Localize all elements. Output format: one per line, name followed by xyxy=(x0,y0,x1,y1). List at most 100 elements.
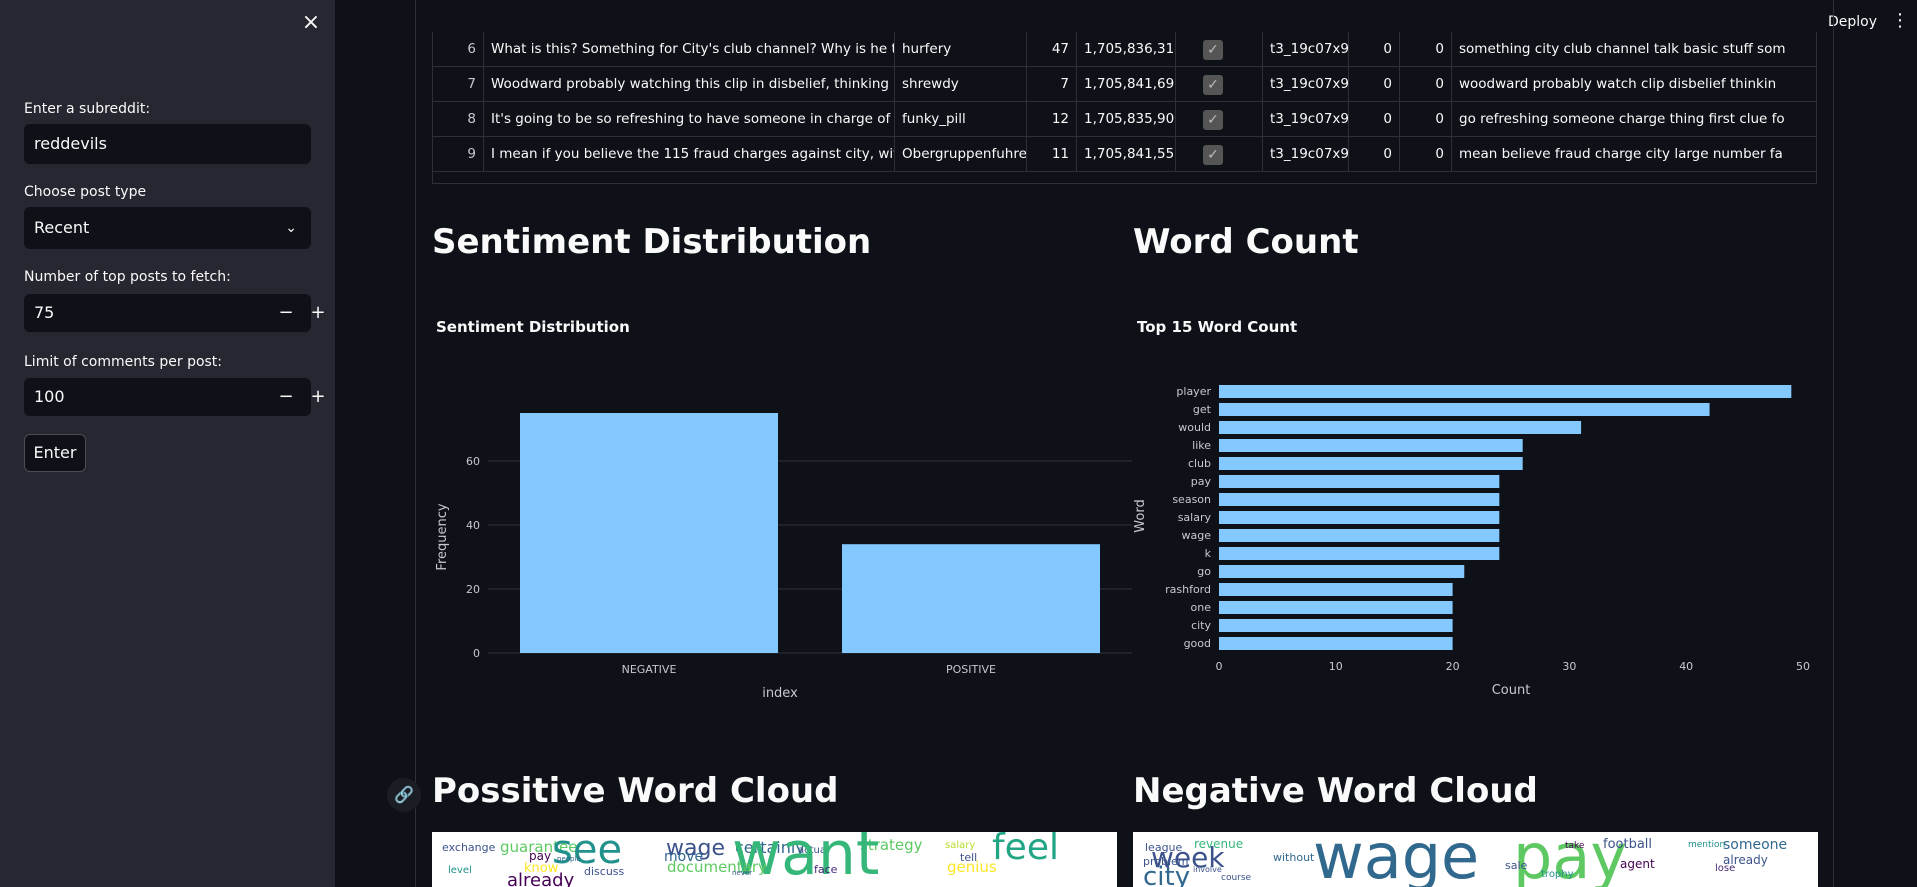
bar[interactable] xyxy=(1219,421,1582,434)
container-border-left xyxy=(415,0,416,887)
sentiment-bar-chart[interactable]: 0 20 40 60 NEGATIVE POSITIVE index Frequency xyxy=(432,340,1132,710)
cleaned-text-cell[interactable]: something city club channel talk basic s… xyxy=(1452,32,1816,67)
y-tick-label: city xyxy=(1191,619,1211,632)
cleaned-text-cell[interactable]: go refreshing someone charge thing first… xyxy=(1452,102,1816,137)
flag-cell[interactable]: ✓ xyxy=(1176,137,1263,172)
row-index[interactable]: 6 xyxy=(433,32,484,67)
y-tick-label: would xyxy=(1178,421,1211,434)
cloud-word: course xyxy=(1221,873,1252,883)
deploy-button[interactable]: Deploy xyxy=(1828,14,1877,30)
row-index[interactable]: 9 xyxy=(433,137,484,172)
y-tick-label: rashford xyxy=(1165,583,1211,596)
y-tick-label: go xyxy=(1197,565,1211,578)
table-row[interactable]: 9I mean if you believe the 115 fraud cha… xyxy=(433,137,1816,172)
y-axis-label: Word xyxy=(1133,499,1148,532)
comments-limit-decrement-button[interactable]: − xyxy=(271,378,301,416)
flag-cell[interactable]: ✓ xyxy=(1176,67,1263,102)
row-index[interactable]: 7 xyxy=(433,67,484,102)
bar[interactable] xyxy=(1219,457,1523,470)
author-cell[interactable]: shrewdy xyxy=(895,67,1027,102)
link-id-cell[interactable]: t3_19c07x9 xyxy=(1263,102,1349,137)
count-b-cell[interactable]: 0 xyxy=(1400,67,1452,102)
top-posts-value[interactable]: 75 xyxy=(34,294,54,332)
flag-cell[interactable]: ✓ xyxy=(1176,32,1263,67)
score-cell[interactable]: 11 xyxy=(1027,137,1077,172)
author-cell[interactable]: funky_pill xyxy=(895,102,1027,137)
bar[interactable] xyxy=(1219,511,1500,524)
row-index[interactable]: 8 xyxy=(433,102,484,137)
count-b-cell[interactable]: 0 xyxy=(1400,32,1452,67)
bar[interactable] xyxy=(1219,637,1453,650)
bar[interactable] xyxy=(1219,529,1500,542)
comments-table[interactable]: 6 What is this? Something for City's club… xyxy=(432,32,1817,184)
y-tick-label: pay xyxy=(1191,475,1212,488)
cloud-word: exchange xyxy=(442,841,496,854)
table-row[interactable]: 7 Woodward probably watching this clip in… xyxy=(433,67,1816,102)
bar[interactable] xyxy=(1219,493,1500,506)
count-b-cell[interactable]: 0 xyxy=(1400,102,1452,137)
top-posts-label: Number of top posts to fetch: xyxy=(24,269,231,285)
wordcount-heading: Word Count xyxy=(1133,222,1359,262)
comment-body-cell[interactable]: Woodward probably watching this clip in … xyxy=(484,67,895,102)
link-id-cell[interactable]: t3_19c07x9 xyxy=(1263,137,1349,172)
bar[interactable] xyxy=(1219,385,1792,398)
cleaned-text-cell[interactable]: mean believe fraud charge city large num… xyxy=(1452,137,1816,172)
count-a-cell[interactable]: 0 xyxy=(1349,137,1400,172)
score-cell[interactable]: 47 xyxy=(1027,32,1077,67)
bar[interactable] xyxy=(842,544,1100,653)
bar[interactable] xyxy=(1219,403,1710,416)
bar[interactable] xyxy=(1219,583,1453,596)
count-a-cell[interactable]: 0 xyxy=(1349,32,1400,67)
y-tick-label: club xyxy=(1188,457,1211,470)
table-row[interactable]: 6 What is this? Something for City's club… xyxy=(433,32,1816,67)
cloud-word: someone xyxy=(1723,837,1788,853)
bar[interactable] xyxy=(1219,601,1453,614)
cloud-word: trophy xyxy=(1541,869,1574,880)
author-cell[interactable]: Obergruppenfuhrer3 xyxy=(895,137,1027,172)
main-menu-icon[interactable]: ⋮ xyxy=(1891,10,1909,31)
wordcount-bar-chart[interactable]: player get would like club pay season salary wag… xyxy=(1133,340,1833,710)
enter-button[interactable]: Enter xyxy=(24,434,86,472)
y-tick-label: player xyxy=(1176,385,1211,398)
comments-limit-value[interactable]: 100 xyxy=(34,378,65,416)
count-b-cell[interactable]: 0 xyxy=(1400,137,1452,172)
bar[interactable] xyxy=(1219,619,1453,632)
top-posts-stepper[interactable]: 75 − + xyxy=(24,294,326,332)
flag-cell[interactable]: ✓ xyxy=(1176,102,1263,137)
comment-body-cell[interactable]: It's going to be so refreshing to have s… xyxy=(484,102,895,137)
bar[interactable] xyxy=(1219,439,1523,452)
bar[interactable] xyxy=(520,413,778,653)
link-icon[interactable]: 🔗 xyxy=(387,778,421,812)
author-cell[interactable]: hurfery xyxy=(895,32,1027,67)
container-border-right xyxy=(1833,0,1834,887)
top-posts-increment-button[interactable]: + xyxy=(303,294,333,332)
count-a-cell[interactable]: 0 xyxy=(1349,67,1400,102)
y-tick-label: season xyxy=(1172,493,1211,506)
score-cell[interactable]: 7 xyxy=(1027,67,1077,102)
comments-limit-increment-button[interactable]: + xyxy=(303,378,333,416)
created-cell[interactable]: 1,705,835,902 xyxy=(1077,102,1176,137)
comment-body-cell[interactable]: I mean if you believe the 115 fraud char… xyxy=(484,137,895,172)
x-tick-label: 30 xyxy=(1562,660,1576,673)
cleaned-text-cell[interactable]: woodward probably watch clip disbelief t… xyxy=(1452,67,1816,102)
created-cell[interactable]: 1,705,836,316 xyxy=(1077,32,1176,67)
link-id-cell[interactable]: t3_19c07x9 xyxy=(1263,67,1349,102)
subreddit-input[interactable]: reddevils xyxy=(24,124,311,164)
checkbox-icon: ✓ xyxy=(1203,145,1223,165)
count-a-cell[interactable]: 0 xyxy=(1349,102,1400,137)
close-sidebar-icon[interactable]: × xyxy=(301,12,321,34)
y-tick-label: 20 xyxy=(466,583,480,596)
top-posts-decrement-button[interactable]: − xyxy=(271,294,301,332)
bar[interactable] xyxy=(1219,547,1500,560)
comment-body-cell[interactable]: What is this? Something for City's club … xyxy=(484,32,895,67)
score-cell[interactable]: 12 xyxy=(1027,102,1077,137)
bar[interactable] xyxy=(1219,475,1500,488)
table-row[interactable]: 8 It's going to be so refreshing to have … xyxy=(433,102,1816,137)
bar[interactable] xyxy=(1219,565,1465,578)
y-tick-label: one xyxy=(1191,601,1212,614)
created-cell[interactable]: 1,705,841,555 xyxy=(1077,137,1176,172)
created-cell[interactable]: 1,705,841,699 xyxy=(1077,67,1176,102)
comments-limit-stepper[interactable]: 100 − + xyxy=(24,378,326,416)
post-type-select[interactable]: Recent ⌄ xyxy=(24,207,311,249)
link-id-cell[interactable]: t3_19c07x9 xyxy=(1263,32,1349,67)
